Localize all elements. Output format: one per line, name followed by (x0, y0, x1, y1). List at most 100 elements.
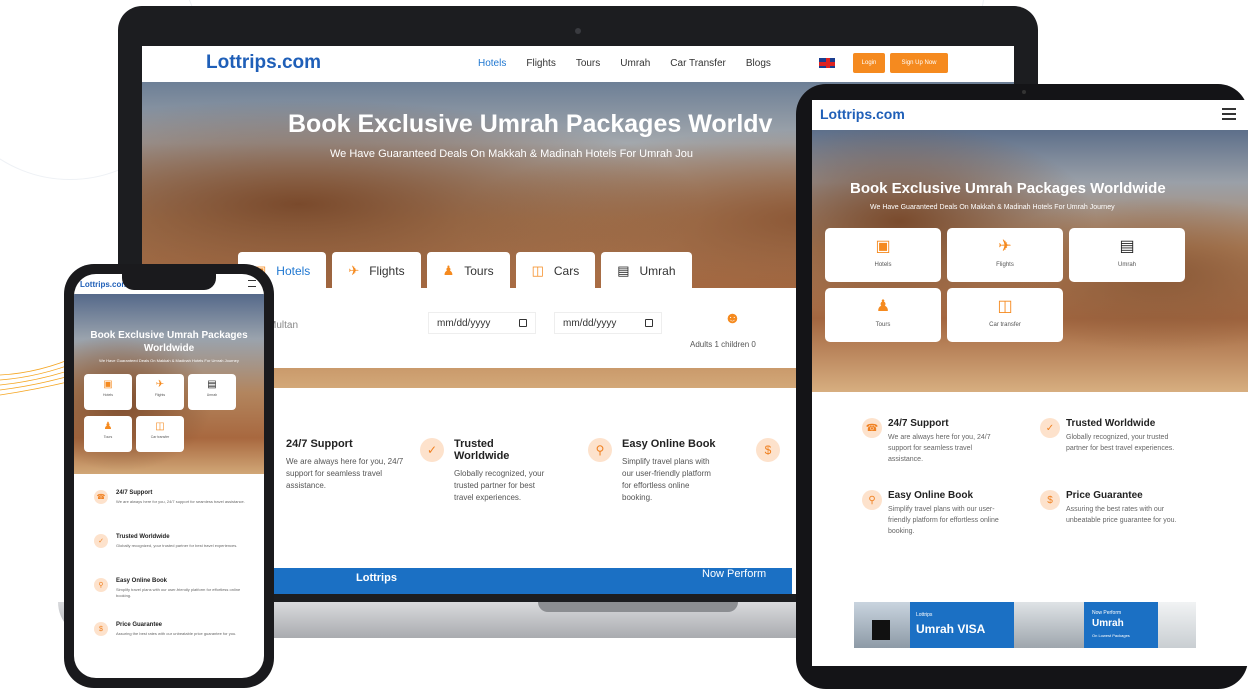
devices-mockup: Lottrips.com Hotels Flights Tours Umrah … (0, 0, 1248, 689)
feature-support: ☎ 24/7 Support We are always here for yo… (94, 490, 248, 505)
category-flights[interactable]: ✈ Flights (947, 228, 1063, 282)
category-hotels[interactable]: ▣ Hotels (84, 374, 132, 410)
laptop-notch (538, 602, 738, 612)
phone-screen: Lottrips.com Book Exclusive Umrah Packag… (74, 274, 264, 678)
date-placeholder: mm/dd/yyyy (563, 317, 617, 329)
category-label: Hotels (874, 262, 892, 268)
category-flights[interactable]: ✈ Flights (136, 374, 184, 410)
feature-trusted: ✓ Trusted Worldwide Globally recognized,… (94, 534, 248, 549)
feature-text: Simplify travel plans with our user-frie… (888, 506, 999, 535)
nav-item-hotels[interactable]: Hotels (478, 58, 506, 69)
plane-icon: ✈ (998, 238, 1012, 255)
camera-icon (575, 28, 581, 34)
category-umrah[interactable]: ▤ Umrah (188, 374, 236, 410)
feature-title: Easy Online Book (888, 490, 974, 501)
hotel-icon: ▣ (875, 238, 891, 255)
category-tours[interactable]: ♟ Tours (84, 416, 132, 452)
nav-item-car-transfer[interactable]: Car Transfer (670, 58, 726, 69)
category-umrah[interactable]: ▤ Umrah (1069, 228, 1185, 282)
tab-cars[interactable]: ◫ Cars (515, 252, 596, 290)
umrah-visa-banner[interactable]: Lottrips Umrah VISA Now Perform Umrah On… (854, 602, 1196, 648)
tab-umrah[interactable]: ▤ Umrah (601, 252, 692, 290)
feature-support: 24/7 Support We are always here for you,… (286, 438, 416, 492)
search-icon: ⚲ (588, 438, 612, 462)
brand-logo[interactable]: Lottrips.com (80, 280, 128, 289)
category-label: Umrah (206, 393, 218, 397)
category-label: Tours (875, 322, 891, 328)
tablet-screen: Lottrips.com Book Exclusive Umrah Packag… (812, 100, 1248, 666)
checkin-date-input[interactable]: mm/dd/yyyy (428, 312, 536, 334)
brand-logo[interactable]: Lottrips.com (820, 106, 905, 122)
book-icon: ▤ (1119, 238, 1135, 255)
feature-trusted: ✓ Trusted Worldwide Globally recognized,… (420, 438, 550, 504)
camera-icon (1022, 90, 1026, 94)
hamburger-menu-icon[interactable] (1222, 108, 1236, 120)
mosque-image (1158, 602, 1196, 648)
feature-title: 24/7 Support (888, 418, 949, 429)
kaaba-image (854, 602, 910, 648)
hero-title: Book Exclusive Umrah Packages Worldv (288, 110, 773, 138)
price-icon: $ (756, 438, 780, 462)
nav-item-tours[interactable]: Tours (576, 58, 600, 69)
feature-text: Globally recognized, your trusted partne… (1066, 434, 1175, 452)
banner-visa-title: Umrah VISA (916, 622, 986, 636)
brand-logo[interactable]: Lottrips.com (206, 52, 321, 74)
hiker-icon: ♟ (875, 298, 891, 315)
feature-title: Easy Online Book (116, 578, 168, 584)
car-icon: ◫ (155, 421, 165, 432)
category-hotels[interactable]: ▣ Hotels (825, 228, 941, 282)
trust-icon: ✓ (420, 438, 444, 462)
nav-item-flights[interactable]: Flights (526, 58, 555, 69)
tab-label: Flights (369, 264, 405, 278)
price-icon: $ (94, 622, 108, 636)
category-label: Umrah (1117, 262, 1136, 268)
tab-flights[interactable]: ✈ Flights (332, 252, 421, 290)
hotel-icon: ▣ (103, 379, 113, 390)
feature-price: $ Price Guarantee Assuring the best rate… (1040, 490, 1226, 527)
hamburger-menu-icon[interactable] (248, 280, 256, 287)
tab-tours[interactable]: ♟ Tours (426, 252, 510, 290)
feature-text: Assuring the best rates with our unbeata… (1066, 506, 1177, 524)
hero-subtitle: We Have Guaranteed Deals On Makkah & Mad… (870, 204, 1115, 211)
uk-flag-icon[interactable] (818, 57, 836, 69)
nav-item-umrah[interactable]: Umrah (620, 58, 650, 69)
login-button[interactable]: Login (853, 53, 885, 73)
feature-support: ☎ 24/7 Support We are always here for yo… (862, 418, 1048, 466)
signup-button[interactable]: Sign Up Now (890, 53, 948, 73)
checkout-date-input[interactable]: mm/dd/yyyy (554, 312, 662, 334)
category-car-transfer[interactable]: ◫ Car transfer (947, 288, 1063, 342)
feature-text: We are always here for you, 24/7 support… (888, 434, 991, 463)
category-car-transfer[interactable]: ◫ Car transfer (136, 416, 184, 452)
feature-title: Trusted Worldwide (1066, 418, 1156, 429)
feature-easy-book: ⚲ Easy Online Book Simplify travel plans… (862, 490, 1048, 538)
plane-icon: ✈ (155, 379, 165, 390)
trust-icon: ✓ (94, 534, 108, 548)
feature-title: 24/7 Support (286, 438, 353, 450)
category-label: Flights (996, 262, 1014, 268)
feature-title: Price Guarantee (1066, 490, 1143, 501)
book-icon: ▤ (207, 379, 217, 390)
feature-title: Trusted Worldwide (116, 534, 170, 540)
category-tours[interactable]: ♟ Tours (825, 288, 941, 342)
guests-selector[interactable]: Adults 1 children 0 (690, 340, 756, 349)
phone-device: Lottrips.com Book Exclusive Umrah Packag… (64, 264, 274, 688)
promo-banner[interactable]: Lottrips Now Perform (272, 568, 792, 594)
feature-title: Easy Online Book (622, 438, 716, 450)
category-label: Flights (154, 393, 166, 397)
feature-title: Trusted Worldwide (454, 438, 510, 462)
phone-hero: Book Exclusive Umrah Packages Worldwide … (74, 294, 264, 474)
promo-text-right: Now Perform (702, 568, 767, 580)
book-icon: ▤ (617, 263, 630, 278)
price-icon: $ (1040, 490, 1060, 510)
feature-trusted: ✓ Trusted Worldwide Globally recognized,… (1040, 418, 1226, 455)
banner-small-text: Now Perform (1092, 610, 1122, 616)
top-nav: Lottrips.com Hotels Flights Tours Umrah … (142, 46, 1014, 82)
nav-item-blogs[interactable]: Blogs (746, 58, 771, 69)
banner-umrah-title: Umrah (1092, 618, 1124, 629)
feature-text: Assuring the best rates with our unbeata… (116, 631, 237, 636)
tab-label: Hotels (276, 264, 311, 278)
feature-price: $ Price Guarantee Assuring the best rate… (94, 622, 248, 637)
support-icon: ☎ (94, 490, 108, 504)
hero-title: Book Exclusive Umrah Packages Worldwide (850, 180, 1166, 197)
phone-notch (122, 274, 216, 290)
